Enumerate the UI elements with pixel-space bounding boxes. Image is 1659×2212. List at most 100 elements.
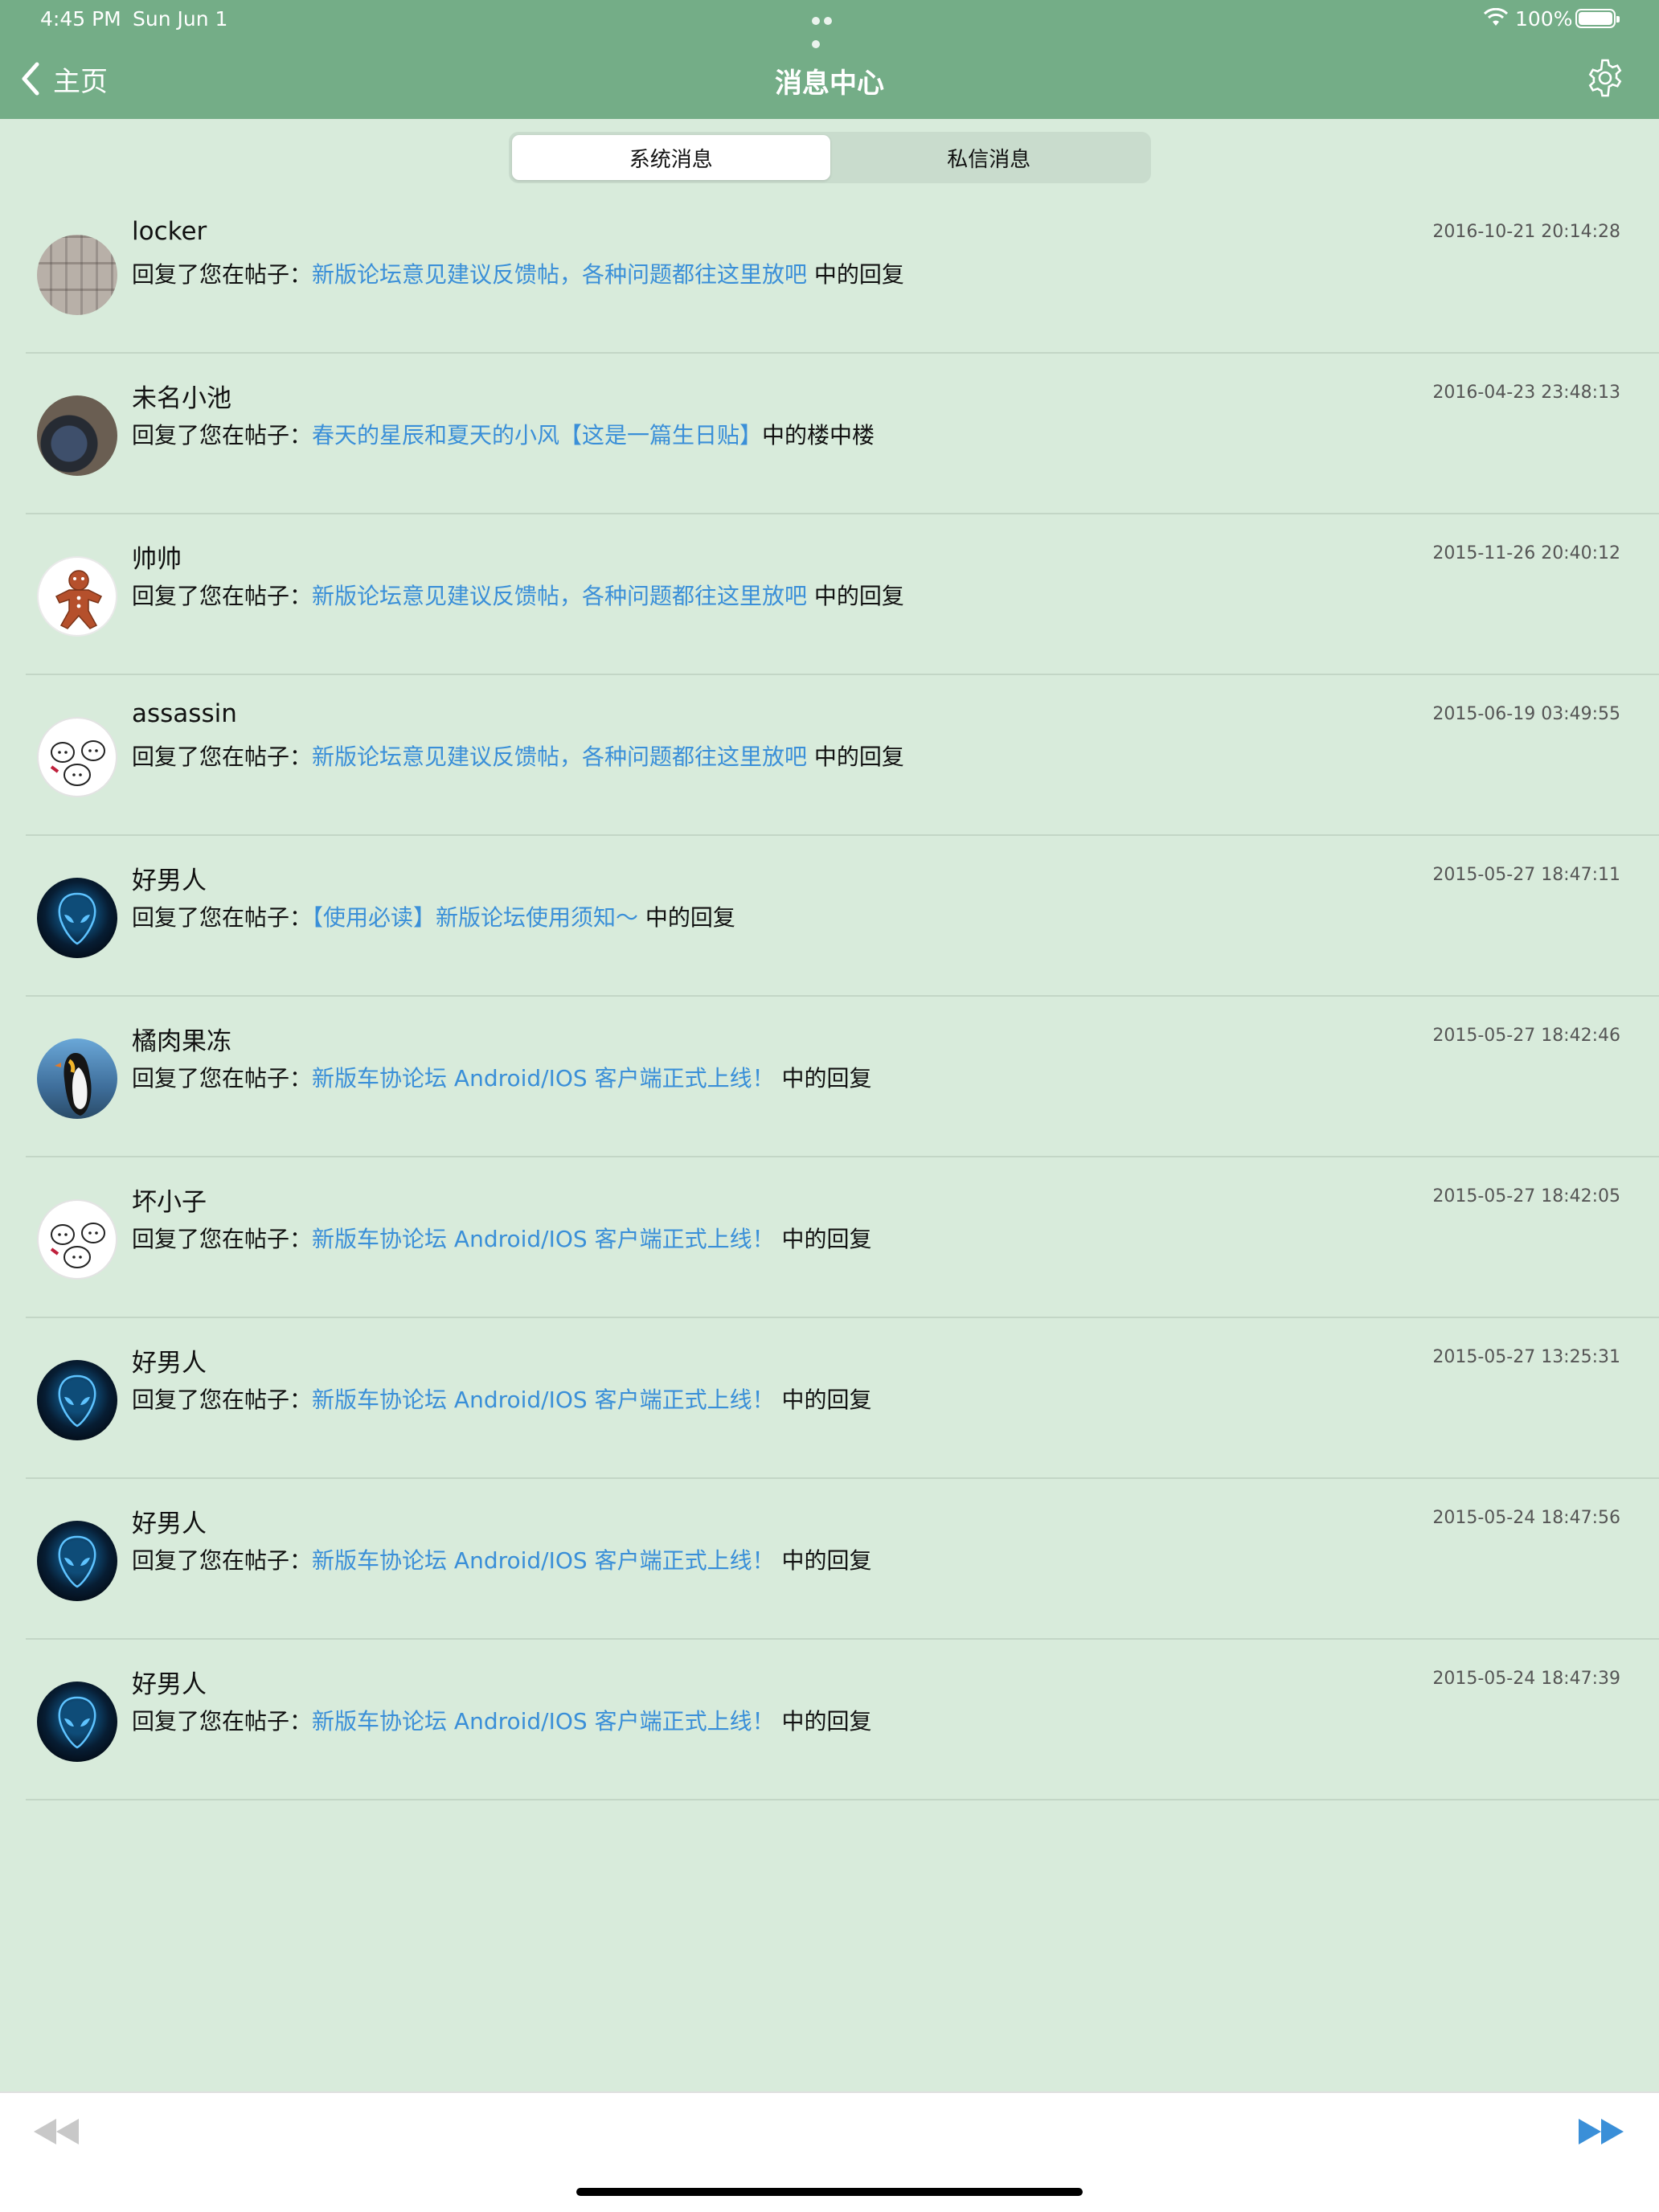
avatar[interactable] <box>37 556 117 637</box>
username[interactable]: 帅帅 <box>132 539 182 575</box>
timestamp: 2015-05-24 18:47:56 <box>1432 1508 1620 1528</box>
message-text: 回复了您在帖子：新版论坛意见建议反馈帖，各种问题都往这里放吧 中的回复 <box>132 739 904 772</box>
username[interactable]: 好男人 <box>132 1503 207 1539</box>
message-suffix: 中的楼中楼 <box>762 422 875 449</box>
message-suffix: 中的回复 <box>774 1226 872 1252</box>
cartoon-cats-icon <box>50 740 105 786</box>
username[interactable]: 坏小子 <box>132 1182 207 1218</box>
timestamp: 2015-05-27 18:42:46 <box>1432 1026 1620 1046</box>
status-time: 4:45 PM <box>40 7 121 31</box>
message-prefix: 回复了您在帖子： <box>132 743 313 770</box>
message-text: 回复了您在帖子：春天的星辰和夏天的小风【这是一篇生日贴】中的楼中楼 <box>132 418 875 450</box>
avatar[interactable] <box>37 1199 117 1280</box>
message-suffix: 中的回复 <box>774 1065 872 1092</box>
list-item[interactable]: 帅帅 2015-11-26 20:40:12 回复了您在帖子：新版论坛意见建议反… <box>26 514 1659 675</box>
message-text: 回复了您在帖子：新版车协论坛 Android/IOS 客户端正式上线！ 中的回复 <box>132 1061 871 1093</box>
battery-icon <box>1575 9 1620 28</box>
username[interactable]: 橘肉果冻 <box>132 1021 231 1057</box>
alien-head-icon <box>58 1374 96 1428</box>
message-prefix: 回复了您在帖子： <box>132 583 313 609</box>
timestamp: 2015-05-27 18:47:11 <box>1432 865 1620 885</box>
list-item[interactable]: 好男人 2015-05-27 13:25:31 回复了您在帖子：新版车协论坛 A… <box>26 1318 1659 1479</box>
post-link[interactable]: 新版车协论坛 Android/IOS 客户端正式上线！ <box>312 1065 775 1092</box>
timestamp: 2015-05-24 18:47:39 <box>1432 1669 1620 1689</box>
avatar[interactable] <box>37 1521 117 1601</box>
status-bar: 4:45 PM Sun Jun 1 100% <box>0 0 1659 48</box>
avatar[interactable] <box>37 1682 117 1762</box>
avatar[interactable] <box>37 1360 117 1440</box>
gingerbread-man-icon <box>55 570 103 629</box>
avatar[interactable] <box>37 878 117 958</box>
list-item[interactable]: 好男人 2015-05-24 18:47:56 回复了您在帖子：新版车协论坛 A… <box>26 1479 1659 1640</box>
rewind-icon[interactable] <box>32 2116 80 2148</box>
list-item[interactable]: 好男人 2015-05-24 18:47:39 回复了您在帖子：新版车协论坛 A… <box>26 1640 1659 1800</box>
battery-percent: 100% <box>1515 7 1573 31</box>
message-text: 回复了您在帖子：新版车协论坛 Android/IOS 客户端正式上线！ 中的回复 <box>132 1382 871 1415</box>
avatar[interactable] <box>37 235 117 315</box>
avatar[interactable] <box>37 1038 117 1119</box>
alien-head-icon <box>58 1535 96 1588</box>
username[interactable]: 好男人 <box>132 1342 207 1378</box>
message-text: 回复了您在帖子：新版论坛意见建议反馈帖，各种问题都往这里放吧 中的回复 <box>132 257 904 289</box>
message-prefix: 回复了您在帖子： <box>132 1387 313 1413</box>
tab-system-messages[interactable]: 系统消息 <box>512 135 830 180</box>
username[interactable]: assassin <box>132 699 237 728</box>
list-item[interactable]: 未名小池 2016-04-23 23:48:13 回复了您在帖子：春天的星辰和夏… <box>26 354 1659 514</box>
alien-head-icon <box>58 1696 96 1749</box>
list-item[interactable]: locker 2016-10-21 20:14:28 回复了您在帖子：新版论坛意… <box>26 193 1659 354</box>
message-prefix: 回复了您在帖子： <box>132 261 313 288</box>
message-suffix: 中的回复 <box>774 1387 872 1413</box>
top-bar: 4:45 PM Sun Jun 1 100% 主页 消息中心 <box>0 0 1659 119</box>
tab-private-messages[interactable]: 私信消息 <box>830 135 1149 180</box>
username[interactable]: 好男人 <box>132 1664 207 1700</box>
post-link[interactable]: 新版车协论坛 Android/IOS 客户端正式上线！ <box>312 1547 775 1574</box>
home-indicator <box>576 2188 1083 2196</box>
list-item[interactable]: assassin 2015-06-19 03:49:55 回复了您在帖子：新版论… <box>26 675 1659 836</box>
post-link[interactable]: 新版论坛意见建议反馈帖，各种问题都往这里放吧 <box>312 583 807 609</box>
gear-icon[interactable] <box>1585 58 1625 98</box>
avatar[interactable] <box>37 395 117 476</box>
post-link[interactable]: 新版论坛意见建议反馈帖，各种问题都往这里放吧 <box>312 743 807 770</box>
username[interactable]: 未名小池 <box>132 378 231 414</box>
username[interactable]: locker <box>132 217 207 246</box>
post-link[interactable]: 【使用必读】新版论坛使用须知～ <box>312 904 638 931</box>
message-prefix: 回复了您在帖子： <box>132 422 313 449</box>
message-type-segmented-control: 系统消息 私信消息 <box>509 132 1151 183</box>
post-link[interactable]: 新版论坛意见建议反馈帖，各种问题都往这里放吧 <box>312 261 807 288</box>
list-item[interactable]: 好男人 2015-05-27 18:47:11 回复了您在帖子：【使用必读】新版… <box>26 836 1659 997</box>
message-prefix: 回复了您在帖子： <box>132 1708 313 1735</box>
status-date: Sun Jun 1 <box>133 7 228 31</box>
alien-head-icon <box>58 892 96 945</box>
message-suffix: 中的回复 <box>807 261 904 288</box>
multitasking-dots-icon[interactable] <box>812 6 847 48</box>
fast-forward-icon[interactable] <box>1577 2116 1625 2148</box>
message-text: 回复了您在帖子：【使用必读】新版论坛使用须知～ 中的回复 <box>132 900 735 932</box>
message-text: 回复了您在帖子：新版车协论坛 Android/IOS 客户端正式上线！ 中的回复 <box>132 1704 871 1736</box>
list-item[interactable]: 橘肉果冻 2015-05-27 18:42:46 回复了您在帖子：新版车协论坛 … <box>26 997 1659 1157</box>
message-suffix: 中的回复 <box>807 583 904 609</box>
message-text: 回复了您在帖子：新版论坛意见建议反馈帖，各种问题都往这里放吧 中的回复 <box>132 579 904 611</box>
message-suffix: 中的回复 <box>807 743 904 770</box>
post-link[interactable]: 春天的星辰和夏天的小风【这是一篇生日贴】 <box>312 422 762 449</box>
post-link[interactable]: 新版车协论坛 Android/IOS 客户端正式上线！ <box>312 1708 775 1735</box>
avatar[interactable] <box>37 717 117 797</box>
timestamp: 2015-05-27 13:25:31 <box>1432 1347 1620 1367</box>
timestamp: 2016-04-23 23:48:13 <box>1432 383 1620 403</box>
message-suffix: 中的回复 <box>638 904 735 931</box>
timestamp: 2016-10-21 20:14:28 <box>1432 222 1620 242</box>
list-item[interactable]: 坏小子 2015-05-27 18:42:05 回复了您在帖子：新版车协论坛 A… <box>26 1157 1659 1318</box>
message-list: locker 2016-10-21 20:14:28 回复了您在帖子：新版论坛意… <box>0 193 1659 1800</box>
message-prefix: 回复了您在帖子： <box>132 1547 313 1574</box>
message-prefix: 回复了您在帖子： <box>132 904 313 931</box>
post-link[interactable]: 新版车协论坛 Android/IOS 客户端正式上线！ <box>312 1226 775 1252</box>
message-suffix: 中的回复 <box>774 1547 872 1574</box>
username[interactable]: 好男人 <box>132 860 207 896</box>
message-text: 回复了您在帖子：新版车协论坛 Android/IOS 客户端正式上线！ 中的回复 <box>132 1543 871 1575</box>
post-link[interactable]: 新版车协论坛 Android/IOS 客户端正式上线！ <box>312 1387 775 1413</box>
message-text: 回复了您在帖子：新版车协论坛 Android/IOS 客户端正式上线！ 中的回复 <box>132 1222 871 1254</box>
wifi-icon <box>1484 8 1508 26</box>
message-prefix: 回复了您在帖子： <box>132 1065 313 1092</box>
penguin-icon <box>55 1053 92 1116</box>
cartoon-cats-icon <box>50 1223 105 1268</box>
message-suffix: 中的回复 <box>774 1708 872 1735</box>
